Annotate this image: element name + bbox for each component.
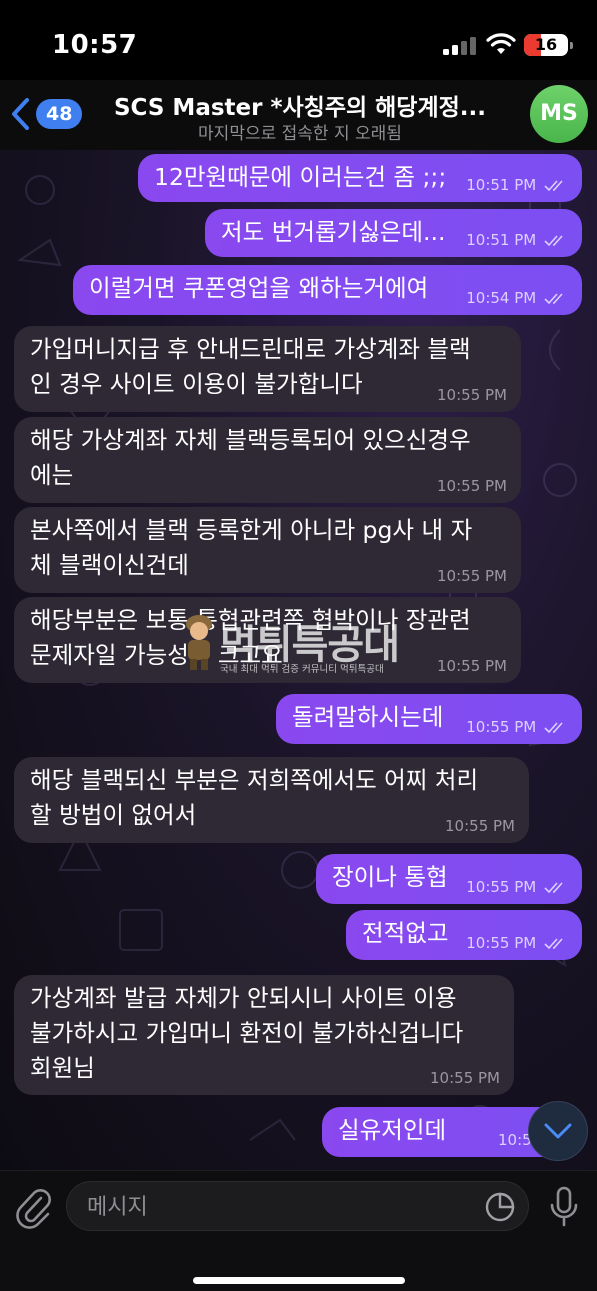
incoming-message[interactable]: 해당 블랙되신 부분은 저희쪽에서도 어찌 처리 할 방법이 없어서 10:55… bbox=[14, 757, 529, 843]
message-time: 10:55 PM bbox=[466, 718, 537, 736]
scroll-to-bottom-button[interactable] bbox=[528, 1101, 588, 1161]
status-time: 10:57 bbox=[52, 30, 138, 60]
sticker-icon[interactable] bbox=[484, 1191, 516, 1223]
message-text: 장이나 통협 bbox=[332, 863, 448, 891]
message-text-line: 가상계좌 발급 자체가 안되시니 사이트 이용 bbox=[30, 984, 457, 1012]
outgoing-message[interactable]: 12만원때문에 이러는건 좀 ;;; 10:51 PM bbox=[138, 154, 582, 202]
double-check-icon bbox=[544, 234, 563, 246]
double-check-icon bbox=[544, 179, 563, 191]
back-button[interactable]: 48 bbox=[8, 94, 83, 134]
incoming-message[interactable]: 가상계좌 발급 자체가 안되시니 사이트 이용 불가하시고 가입머니 환전이 불… bbox=[14, 975, 514, 1095]
chat-title[interactable]: SCS Master *사칭주의 해당계정... bbox=[95, 88, 505, 122]
double-check-icon bbox=[544, 292, 563, 304]
double-check-icon bbox=[544, 721, 563, 733]
outgoing-message[interactable]: 이럴거면 쿠폰영업을 왜하는거에여 10:54 PM bbox=[73, 265, 582, 315]
message-text: 저도 번거롭기싫은데... bbox=[221, 218, 446, 246]
double-check-icon bbox=[544, 937, 563, 949]
message-time: 10:51 PM bbox=[466, 176, 537, 194]
message-text-line: 가입머니지급 후 안내드린대로 가상계좌 블랙 bbox=[30, 335, 471, 363]
message-text-line: 문제자일 가능성이 크고요 bbox=[30, 641, 283, 669]
home-indicator[interactable] bbox=[193, 1277, 405, 1284]
message-text-line: 회원님 bbox=[30, 1054, 95, 1082]
chevron-left-icon bbox=[12, 98, 29, 130]
message-text-line: 에는 bbox=[30, 461, 74, 489]
incoming-message[interactable]: 해당부분은 보통 통협관련쪽 협박이나 장관련 문제자일 가능성이 크고요 10… bbox=[14, 597, 521, 683]
message-time: 10:55 PM bbox=[437, 567, 507, 585]
message-text-line: 인 경우 사이트 이용이 불가합니다 bbox=[30, 370, 363, 398]
incoming-message[interactable]: 가입머니지급 후 안내드린대로 가상계좌 블랙 인 경우 사이트 이용이 불가합… bbox=[14, 326, 521, 412]
chat-header: 48 SCS Master *사칭주의 해당계정... 마지막으로 접속한 지 … bbox=[0, 80, 597, 150]
battery-indicator: 16 bbox=[524, 34, 573, 56]
paperclip-icon[interactable] bbox=[14, 1185, 52, 1229]
message-input[interactable] bbox=[85, 1182, 479, 1232]
outgoing-message[interactable]: 장이나 통협 10:55 PM bbox=[316, 854, 582, 904]
message-time: 10:54 PM bbox=[466, 289, 537, 307]
outgoing-message[interactable]: 저도 번거롭기싫은데... 10:51 PM bbox=[205, 209, 582, 257]
message-text: 전적없고 bbox=[362, 919, 449, 947]
message-time: 10:55 PM bbox=[437, 657, 507, 675]
message-text-line: 해당부분은 보통 통협관련쪽 협박이나 장관련 bbox=[30, 606, 471, 634]
message-time: 10:55 PM bbox=[466, 934, 537, 952]
message-text-line: 할 방법이 없어서 bbox=[30, 801, 197, 829]
message-text-line: 본사쪽에서 블랙 등록한게 아니라 pg사 내 자 bbox=[30, 516, 473, 544]
message-composer bbox=[0, 1170, 597, 1291]
message-time: 10:55 PM bbox=[445, 817, 515, 835]
message-time: 10:55 PM bbox=[430, 1069, 500, 1087]
message-time: 10:51 PM bbox=[466, 231, 537, 249]
last-seen-status: 마지막으로 접속한 지 오래됨 bbox=[198, 124, 402, 144]
cellular-signal-icon bbox=[443, 37, 477, 55]
chevron-down-icon bbox=[544, 1123, 572, 1139]
message-text: 12만원때문에 이러는건 좀 ;;; bbox=[154, 163, 447, 191]
message-time: 10:55 PM bbox=[466, 878, 537, 896]
message-text: 이럴거면 쿠폰영업을 왜하는거에여 bbox=[89, 274, 429, 302]
message-input-field bbox=[66, 1181, 529, 1232]
message-list[interactable]: 12만원때문에 이러는건 좀 ;;; 10:51 PM 저도 번거롭기싫은데..… bbox=[0, 150, 597, 1170]
double-check-icon bbox=[544, 881, 563, 893]
status-bar: 10:57 16 bbox=[0, 0, 597, 80]
message-text-line: 해당 가상계좌 자체 블랙등록되어 있으신경우 bbox=[30, 426, 471, 454]
outgoing-message[interactable]: 전적없고 10:55 PM bbox=[346, 910, 582, 960]
incoming-message[interactable]: 해당 가상계좌 자체 블랙등록되어 있으신경우 에는 10:55 PM bbox=[14, 417, 521, 503]
incoming-message[interactable]: 본사쪽에서 블랙 등록한게 아니라 pg사 내 자 체 블랙이신건데 10:55… bbox=[14, 507, 521, 593]
battery-level: 16 bbox=[534, 35, 558, 54]
message-time: 10:55 PM bbox=[437, 386, 507, 404]
outgoing-message[interactable]: 돌려말하시는데 10:55 PM bbox=[276, 694, 582, 744]
microphone-icon[interactable] bbox=[547, 1185, 581, 1229]
unread-count-badge: 48 bbox=[36, 99, 83, 129]
message-text-line: 체 블랙이신건데 bbox=[30, 551, 189, 579]
avatar[interactable]: MS bbox=[530, 85, 588, 143]
message-text: 돌려말하시는데 bbox=[292, 703, 444, 731]
message-time: 10:55 PM bbox=[437, 477, 507, 495]
message-text: 실유저인데 bbox=[338, 1116, 447, 1144]
message-text-line: 불가하시고 가입머니 환전이 불가하신겁니다 bbox=[30, 1019, 464, 1047]
wifi-icon bbox=[486, 33, 516, 54]
message-text-line: 해당 블랙되신 부분은 저희쪽에서도 어찌 처리 bbox=[30, 766, 479, 794]
